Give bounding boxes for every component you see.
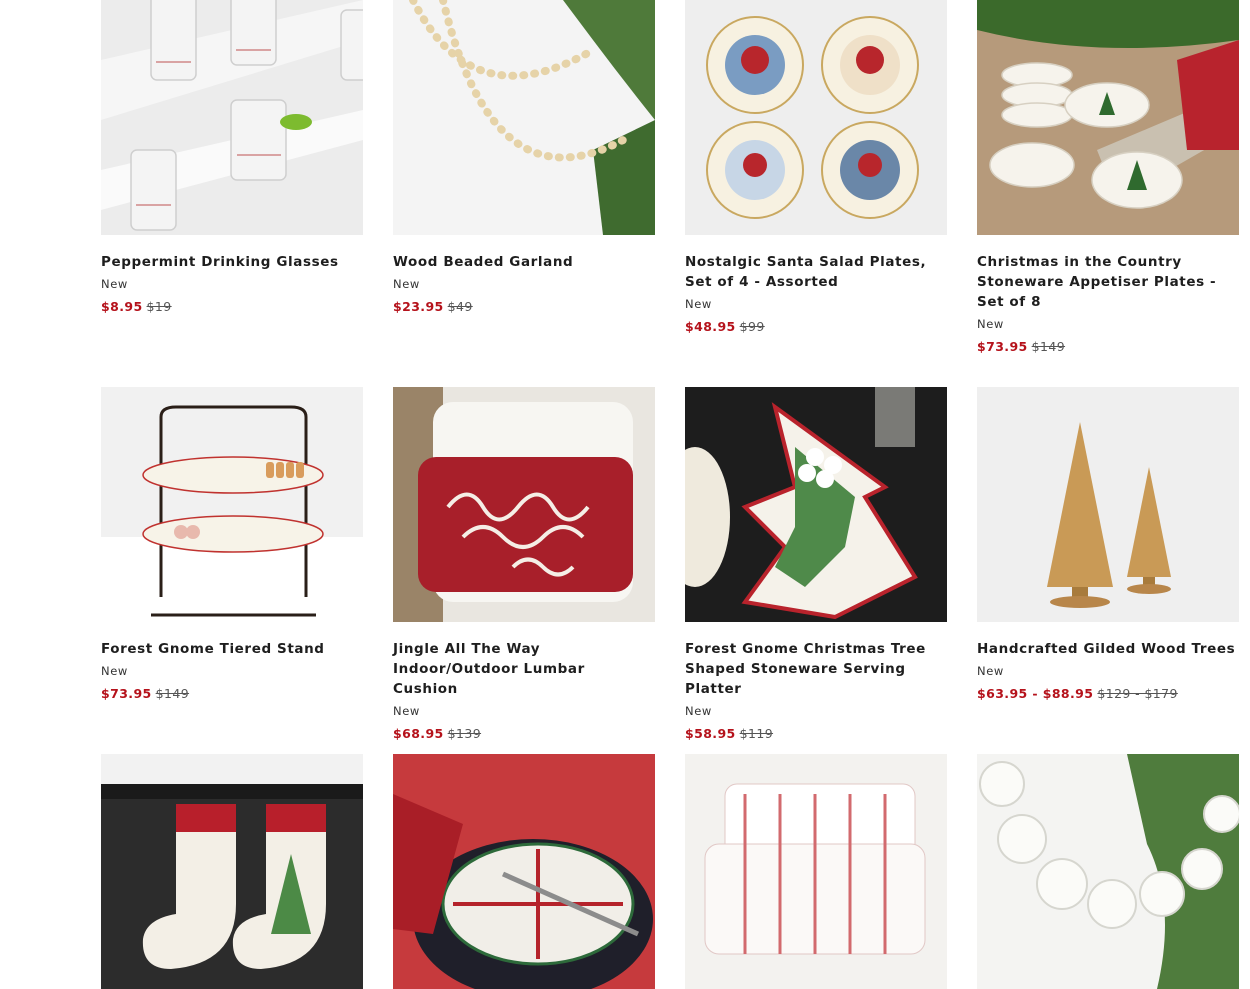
product-image[interactable] [101, 0, 363, 235]
price-block: $68.95 $139 [393, 724, 655, 744]
product-card[interactable]: Forest Gnome Christmas Tree Shaped Stone… [685, 387, 947, 744]
new-badge: New [977, 317, 1004, 331]
product-card[interactable] [977, 754, 1239, 989]
sale-price: $73.95 [977, 339, 1028, 354]
product-card[interactable]: Nostalgic Santa Salad Plates, Set of 4 -… [685, 0, 947, 337]
sale-price: $68.95 [393, 726, 444, 741]
price-block: $58.95 $119 [685, 724, 947, 744]
product-title[interactable]: Handcrafted Gilded Wood Trees [977, 639, 1239, 659]
price-block: $48.95 $99 [685, 317, 947, 337]
product-card[interactable] [101, 754, 363, 989]
product-image[interactable] [977, 387, 1239, 622]
product-image[interactable] [101, 754, 363, 989]
product-card[interactable]: Christmas in the Country Stoneware Appet… [977, 0, 1239, 357]
price-block: $63.95 - $88.95 $129 - $179 [977, 684, 1239, 704]
sale-price: $48.95 [685, 319, 736, 334]
new-badge: New [685, 704, 712, 718]
product-image[interactable] [393, 387, 655, 622]
product-title[interactable]: Wood Beaded Garland [393, 252, 655, 272]
product-card[interactable]: Wood Beaded Garland New $23.95 $49 [393, 0, 655, 317]
product-image[interactable] [101, 387, 363, 622]
new-badge: New [685, 297, 712, 311]
product-card[interactable]: Jingle All The Way Indoor/Outdoor Lumbar… [393, 387, 655, 744]
product-card[interactable]: Handcrafted Gilded Wood Trees New $63.95… [977, 387, 1239, 704]
new-badge: New [101, 277, 128, 291]
original-price: $149 [1031, 339, 1066, 354]
sale-price: $63.95 - $88.95 [977, 686, 1094, 701]
product-image[interactable] [685, 387, 947, 622]
product-card[interactable]: Forest Gnome Tiered Stand New $73.95 $149 [101, 387, 363, 704]
product-card[interactable] [685, 754, 947, 989]
price-block: $73.95 $149 [101, 684, 363, 704]
product-title[interactable]: Peppermint Drinking Glasses [101, 252, 363, 272]
product-image[interactable] [685, 754, 947, 989]
product-image[interactable] [393, 754, 655, 989]
original-price: $99 [739, 319, 765, 334]
sale-price: $23.95 [393, 299, 444, 314]
price-block: $8.95 $19 [101, 297, 363, 317]
product-image[interactable] [685, 0, 947, 235]
sale-price: $73.95 [101, 686, 152, 701]
new-badge: New [393, 277, 420, 291]
product-image[interactable] [977, 0, 1239, 235]
product-title[interactable]: Forest Gnome Tiered Stand [101, 639, 363, 659]
original-price: $139 [447, 726, 482, 741]
product-image[interactable] [977, 754, 1239, 989]
original-price: $129 - $179 [1097, 686, 1178, 701]
price-block: $73.95 $149 [977, 337, 1239, 357]
product-title[interactable]: Christmas in the Country Stoneware Appet… [977, 252, 1239, 312]
new-badge: New [393, 704, 420, 718]
price-block: $23.95 $49 [393, 297, 655, 317]
product-card[interactable] [393, 754, 655, 989]
sale-price: $8.95 [101, 299, 143, 314]
new-badge: New [101, 664, 128, 678]
sale-price: $58.95 [685, 726, 736, 741]
product-card[interactable]: Peppermint Drinking Glasses New $8.95 $19 [101, 0, 363, 317]
original-price: $19 [146, 299, 172, 314]
original-price: $119 [739, 726, 774, 741]
new-badge: New [977, 664, 1004, 678]
product-image[interactable] [393, 0, 655, 235]
product-title[interactable]: Jingle All The Way Indoor/Outdoor Lumbar… [393, 639, 655, 699]
original-price: $149 [155, 686, 190, 701]
product-title[interactable]: Nostalgic Santa Salad Plates, Set of 4 -… [685, 252, 947, 292]
original-price: $49 [447, 299, 473, 314]
product-title[interactable]: Forest Gnome Christmas Tree Shaped Stone… [685, 639, 947, 699]
